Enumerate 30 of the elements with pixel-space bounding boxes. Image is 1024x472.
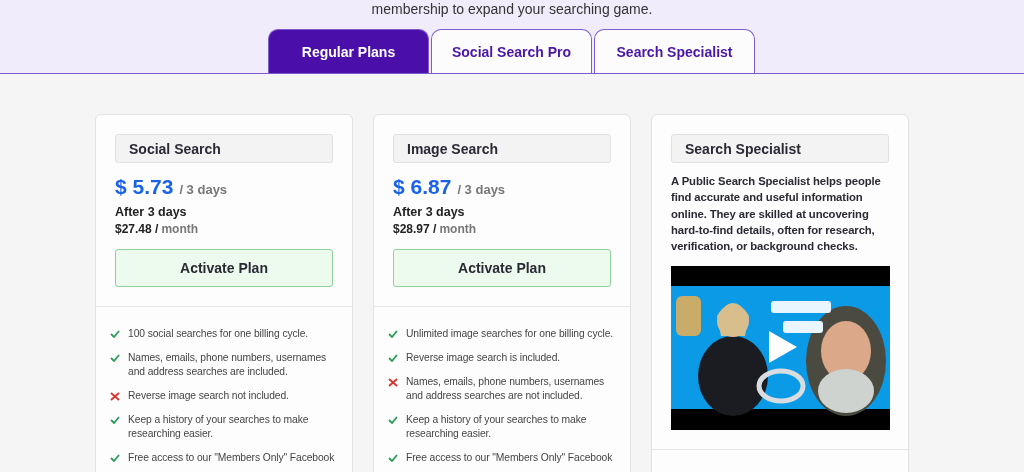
plan-description: A Public Search Specialist helps people find accurate and useful information online. They are skilled at uncovering hard-to-find details, often for research, verification, or background checks. bbox=[671, 174, 882, 255]
renewal-period: month bbox=[161, 222, 199, 236]
plan-name: Image Search bbox=[393, 134, 611, 163]
renewal-price: $28.97 / bbox=[393, 222, 437, 236]
intro-text: membership to expand your searching game. bbox=[371, 1, 653, 18]
feature-text: Free access to our "Members Only" Facebook bbox=[128, 451, 335, 465]
renewal-label: After 3 days bbox=[115, 205, 188, 219]
price-period: / 3 days bbox=[179, 182, 228, 197]
feature-text: Names, emails, phone numbers, usernames and address searches are included. bbox=[128, 351, 328, 379]
feature-text: 100 social searches for one billing cycle. bbox=[128, 327, 309, 341]
renewal-period: month bbox=[439, 222, 477, 236]
plan-tab[interactable]: Search Specialist bbox=[594, 29, 755, 73]
feature-text: Reverse image search is included. bbox=[406, 351, 561, 365]
plan-name: Search Specialist bbox=[671, 134, 889, 163]
feature-text: Keep a history of your searches to make researching easier. bbox=[128, 413, 310, 441]
activate-plan-button[interactable]: Activate Plan bbox=[115, 249, 333, 287]
feature-text: Free access to our "Members Only" Facebook bbox=[406, 451, 613, 465]
plan-tab[interactable]: Regular Plans bbox=[268, 29, 429, 73]
feature-text: Unlimited image searches for one billing cycle. bbox=[406, 327, 614, 341]
plan-price: $ 6.87 bbox=[393, 175, 452, 199]
plan-name: Social Search bbox=[115, 134, 333, 163]
feature-text: Names, emails, phone numbers, usernames and address searches are not included. bbox=[406, 375, 606, 403]
feature-text: Reverse image search not included. bbox=[128, 389, 289, 403]
price-period: / 3 days bbox=[457, 182, 506, 197]
renewal-price: $27.48 / bbox=[115, 222, 159, 236]
renewal-label: After 3 days bbox=[393, 205, 466, 219]
plan-price: $ 5.73 bbox=[115, 175, 174, 199]
plan-tab[interactable]: Social Search Pro bbox=[431, 29, 592, 73]
activate-plan-button[interactable]: Activate Plan bbox=[393, 249, 611, 287]
feature-text: Keep a history of your searches to make researching easier. bbox=[406, 413, 588, 441]
